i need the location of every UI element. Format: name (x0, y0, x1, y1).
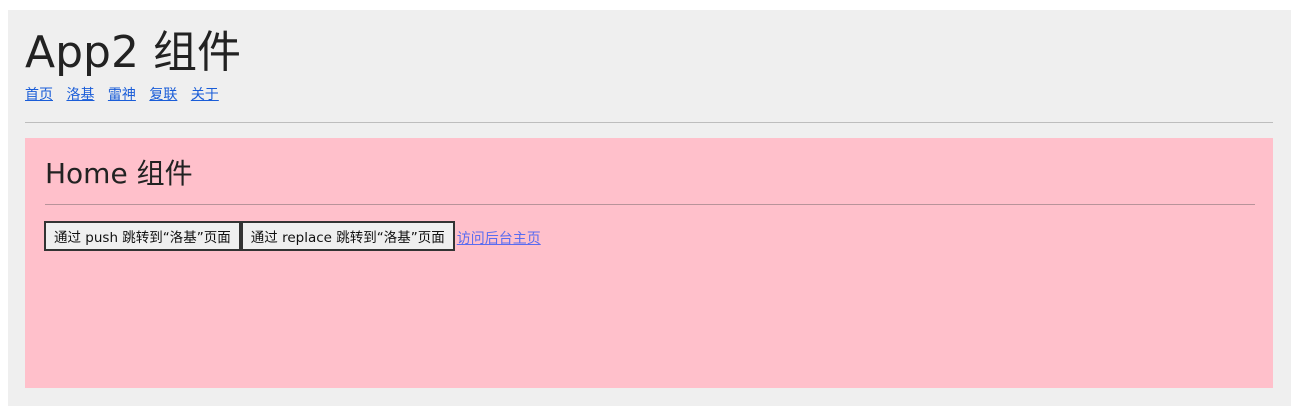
nav-link-thor[interactable]: 雷神 (108, 87, 136, 103)
nav-link-home[interactable]: 首页 (25, 87, 53, 103)
nav-link-avengers[interactable]: 复联 (149, 87, 177, 103)
top-nav: 首页 洛基 雷神 复联 关于 (25, 86, 228, 104)
divider (25, 122, 1273, 123)
app-title: App2 组件 (25, 27, 241, 78)
nav-link-about[interactable]: 关于 (191, 87, 219, 103)
home-divider (45, 204, 1255, 205)
replace-to-loki-button[interactable]: 通过 replace 跳转到“洛基”页面 (240, 221, 455, 251)
home-actions: 通过 push 跳转到“洛基”页面 通过 replace 跳转到“洛基”页面 访… (44, 221, 541, 251)
nav-link-loki[interactable]: 洛基 (66, 87, 94, 103)
home-title: Home 组件 (45, 157, 193, 190)
app2-container: App2 组件 首页 洛基 雷神 复联 关于 Home 组件 通过 push 跳… (8, 10, 1291, 406)
push-to-loki-button[interactable]: 通过 push 跳转到“洛基”页面 (44, 221, 241, 251)
admin-home-link[interactable]: 访问后台主页 (457, 228, 541, 248)
home-component: Home 组件 通过 push 跳转到“洛基”页面 通过 replace 跳转到… (25, 138, 1273, 388)
